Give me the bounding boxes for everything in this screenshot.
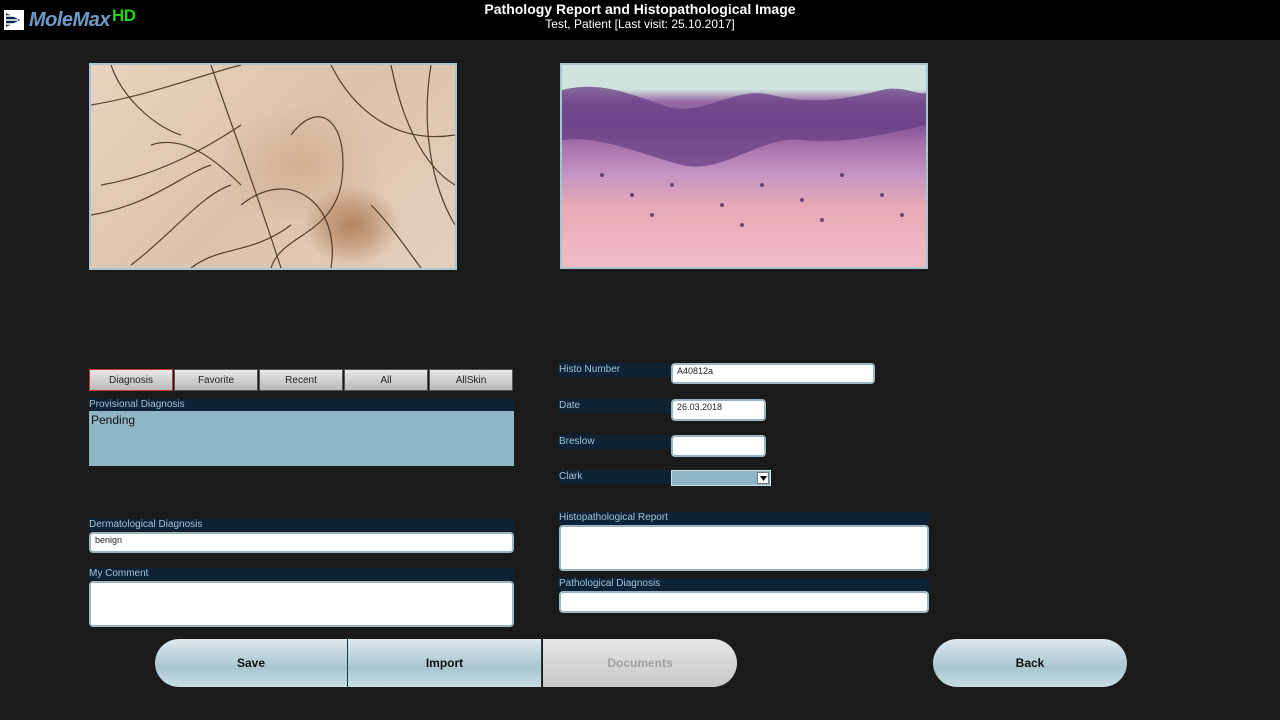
tab-recent[interactable]: Recent <box>259 369 343 391</box>
histopathological-report-field[interactable] <box>559 525 929 571</box>
clark-selected-value <box>672 476 675 486</box>
back-button[interactable]: Back <box>933 639 1127 687</box>
breslow-field[interactable] <box>671 435 766 457</box>
save-button[interactable]: Save <box>155 639 348 687</box>
tab-diagnosis[interactable]: Diagnosis <box>89 369 173 391</box>
provisional-diagnosis-label: Provisional Diagnosis <box>89 399 514 411</box>
dermatological-diagnosis-field[interactable]: benign <box>89 532 514 553</box>
tab-all[interactable]: All <box>344 369 428 391</box>
dermoscopy-hairs <box>91 65 455 268</box>
provisional-diagnosis-field[interactable]: Pending <box>89 411 514 466</box>
tab-allskin[interactable]: AllSkin <box>429 369 513 391</box>
patient-subtitle: Test, Patient [Last visit: 25.10.2017] <box>545 17 735 31</box>
breslow-label: Breslow <box>559 435 671 449</box>
pathological-diagnosis-field[interactable] <box>559 591 929 613</box>
import-button[interactable]: Import <box>348 639 542 687</box>
histology-texture <box>562 86 926 227</box>
clark-label: Clark <box>559 470 671 484</box>
dermatological-diagnosis-label: Dermatological Diagnosis <box>89 519 514 531</box>
tab-favorite[interactable]: Favorite <box>174 369 258 391</box>
page-title: Pathology Report and Histopathological I… <box>484 1 796 17</box>
my-comment-label: My Comment <box>89 568 514 580</box>
chevron-down-icon[interactable] <box>757 472 769 484</box>
pathological-diagnosis-label: Pathological Diagnosis <box>559 578 929 591</box>
documents-button[interactable]: Documents <box>543 639 737 687</box>
histopathological-report-label: Histopathological Report <box>559 512 929 525</box>
date-field[interactable]: 26.03.2018 <box>671 399 766 421</box>
clark-select[interactable] <box>671 470 771 486</box>
histo-number-field[interactable]: A40812a <box>671 363 875 384</box>
date-label: Date <box>559 399 671 413</box>
histopathology-image[interactable] <box>560 63 928 269</box>
dermoscopy-image[interactable] <box>89 63 457 270</box>
my-comment-field[interactable] <box>89 581 514 627</box>
histo-number-label: Histo Number <box>559 363 671 377</box>
